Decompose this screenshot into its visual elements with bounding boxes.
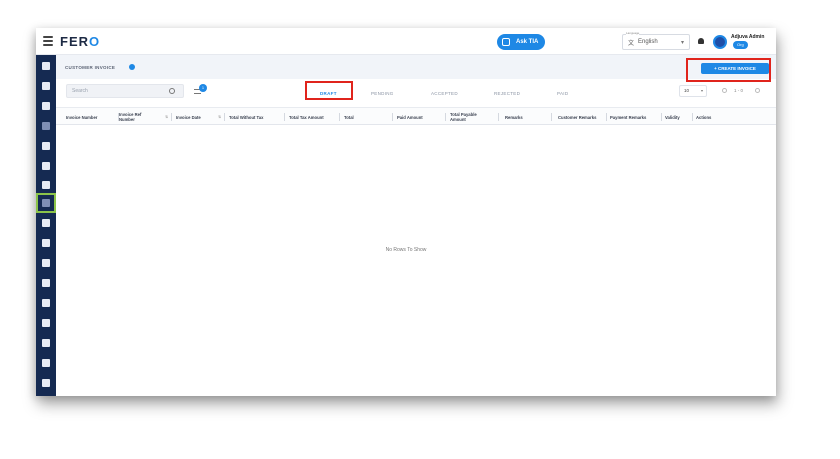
book-icon (42, 102, 50, 110)
car-icon (42, 162, 50, 170)
sidebar-item-chart[interactable] (41, 121, 51, 131)
document-icon (42, 219, 50, 227)
filter-count-badge: 1 (199, 84, 207, 92)
tab-rejected[interactable]: REJECTED (494, 91, 520, 96)
sidebar-item-book[interactable] (41, 101, 51, 111)
column-label: Customer Remarks (558, 114, 597, 120)
search-icon[interactable] (169, 88, 175, 94)
column-label: Invoice Date (176, 114, 201, 120)
office-icon (42, 279, 50, 287)
column-header-total[interactable]: Total (340, 108, 393, 126)
report-icon (42, 379, 50, 387)
sidebar-item-tag[interactable] (41, 258, 51, 268)
chevron-down-icon: ▾ (680, 40, 684, 46)
language-select[interactable]: Language 文 English ▾ (622, 31, 690, 50)
column-label: Total (344, 114, 354, 120)
brand-logo[interactable]: FERO (60, 34, 100, 49)
pagination-prev-icon[interactable] (722, 88, 727, 93)
column-label: Actions (696, 114, 712, 120)
sidebar-item-truck[interactable] (41, 141, 51, 151)
column-label: Total Payable Amount (450, 112, 477, 122)
tab-highlight (305, 81, 353, 100)
column-label: Invoice Number (66, 114, 98, 120)
info-icon[interactable] (129, 64, 135, 70)
sidebar (36, 55, 56, 396)
column-header-actions[interactable]: Actions (693, 108, 733, 126)
empty-table-message: No Rows To Show (385, 247, 427, 253)
column-header-customer-remarks[interactable]: Customer Remarks (552, 108, 607, 126)
column-header-validity[interactable]: Validity (662, 108, 693, 126)
truck-icon (42, 142, 50, 150)
column-label: Invoice Ref Number (119, 112, 142, 122)
column-header-total-payable-amount[interactable]: Total Payable Amount (446, 108, 499, 126)
pagination-range: 1 - 0 (734, 88, 744, 93)
user-role-badge: Org (733, 41, 748, 49)
sidebar-item-copy[interactable] (41, 318, 51, 328)
column-header-total-tax-amount[interactable]: Total Tax Amount (285, 108, 340, 126)
column-label: Validity (665, 114, 680, 120)
rows-per-page-select[interactable]: 10 ▾ (679, 85, 707, 97)
column-header-invoice-date[interactable]: Invoice Date ⇅ (172, 108, 225, 126)
pagination-next-icon[interactable] (755, 88, 760, 93)
page-title: CUSTOMER INVOICE (65, 65, 116, 70)
chat-icon (502, 38, 510, 46)
building-icon (42, 82, 50, 90)
search-input[interactable]: Search (66, 84, 184, 98)
column-header-remarks[interactable]: Remarks (499, 108, 552, 126)
settings-icon (42, 339, 50, 347)
sidebar-active-highlight (36, 193, 56, 213)
sidebar-item-document[interactable] (41, 218, 51, 228)
sidebar-item-building[interactable] (41, 81, 51, 91)
column-header-payment-remarks[interactable]: Payment Remarks (607, 108, 662, 126)
bus-icon (42, 239, 50, 247)
app-window: FERO Ask TIA Language 文 English ▾ Adjuva… (36, 28, 776, 396)
sidebar-item-dashboard[interactable] (41, 61, 51, 71)
sidebar-item-office[interactable] (41, 278, 51, 288)
translate-icon: 文 (628, 40, 635, 47)
sidebar-item-settings[interactable] (41, 338, 51, 348)
column-header-paid-amount[interactable]: Paid Amount (393, 108, 446, 126)
calendar-icon (42, 181, 50, 189)
column-label: Payment Remarks (610, 114, 647, 120)
top-bar: FERO Ask TIA Language 文 English ▾ Adjuva… (36, 28, 776, 55)
sidebar-item-grid[interactable] (41, 298, 51, 308)
sidebar-item-database[interactable] (41, 358, 51, 368)
sidebar-item-car[interactable] (41, 161, 51, 171)
tab-pending[interactable]: PENDING (371, 91, 394, 96)
column-label: Total Without Tax (229, 114, 264, 120)
user-name: Adjuva Admin (731, 34, 765, 40)
database-icon (42, 359, 50, 367)
column-label: Total Tax Amount (289, 114, 324, 120)
dashboard-icon (42, 62, 50, 70)
sort-icon: ⇅ (165, 115, 168, 119)
sidebar-item-calendar[interactable] (41, 180, 51, 190)
copy-icon (42, 319, 50, 327)
column-label: Remarks (505, 114, 523, 120)
brand-accent-text: O (89, 34, 101, 49)
page-header: CUSTOMER INVOICE + CREATE INVOICE (56, 55, 776, 79)
ask-tia-button[interactable]: Ask TIA (497, 34, 545, 50)
language-caption: Language (626, 31, 640, 35)
chart-icon (42, 122, 50, 130)
column-header-invoice-ref-number[interactable]: Invoice Ref Number ⇅ (119, 108, 172, 126)
language-value: English (638, 39, 658, 45)
sort-icon: ⇅ (218, 115, 221, 119)
create-button-highlight (686, 58, 771, 82)
tab-paid[interactable]: PAID (557, 91, 568, 96)
hamburger-menu-icon[interactable] (43, 36, 53, 46)
sidebar-item-report[interactable] (41, 378, 51, 388)
chevron-down-icon: ▾ (700, 88, 703, 93)
grid-icon (42, 299, 50, 307)
column-header-invoice-number[interactable]: Invoice Number (66, 108, 119, 126)
tab-accepted[interactable]: ACCEPTED (431, 91, 458, 96)
brand-text: FER (60, 34, 89, 49)
ask-tia-label: Ask TIA (516, 39, 539, 45)
column-header-total-without-tax[interactable]: Total Without Tax (225, 108, 285, 126)
notification-bell-icon[interactable] (698, 38, 704, 44)
avatar[interactable] (713, 35, 727, 49)
tag-icon (42, 259, 50, 267)
column-label: Paid Amount (397, 114, 423, 120)
rows-per-page-value: 10 (684, 88, 690, 93)
table-header: Invoice Number Invoice Ref Number ⇅ Invoi… (56, 107, 776, 125)
